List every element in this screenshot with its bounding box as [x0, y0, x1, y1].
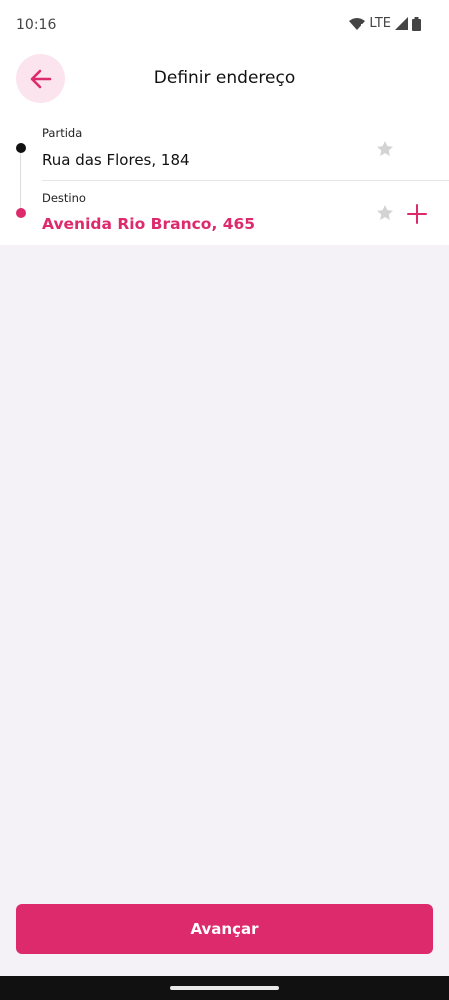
- app-bar: Definir endereço: [0, 50, 449, 110]
- status-icons: LTE: [349, 16, 421, 31]
- origin-dot: [16, 143, 26, 153]
- route-connector-line: [20, 149, 21, 213]
- status-time: 10:16: [16, 17, 57, 33]
- status-bar: 10:16 LTE: [0, 0, 449, 50]
- home-indicator[interactable]: [170, 986, 279, 990]
- battery-icon: [412, 16, 421, 31]
- favorite-destination-star-icon[interactable]: [375, 203, 395, 223]
- destination-dot: [16, 208, 26, 218]
- next-button[interactable]: Avançar: [16, 904, 433, 954]
- field-divider: [42, 180, 449, 181]
- wifi-icon: [349, 17, 366, 30]
- navigation-bar: [0, 976, 449, 1000]
- page-title: Definir endereço: [153, 68, 296, 88]
- route-card: Partida Rua das Flores, 184 Destino Aven…: [0, 110, 449, 245]
- origin-address-field[interactable]: Rua das Flores, 184: [42, 151, 190, 169]
- origin-label: Partida: [42, 126, 83, 140]
- network-type: LTE: [369, 16, 391, 31]
- favorite-origin-star-icon[interactable]: [375, 139, 395, 159]
- destination-address-field[interactable]: Avenida Rio Branco, 465: [42, 215, 255, 233]
- destination-label: Destino: [42, 191, 86, 205]
- add-stop-plus-icon[interactable]: [405, 202, 429, 226]
- signal-icon: [395, 17, 408, 30]
